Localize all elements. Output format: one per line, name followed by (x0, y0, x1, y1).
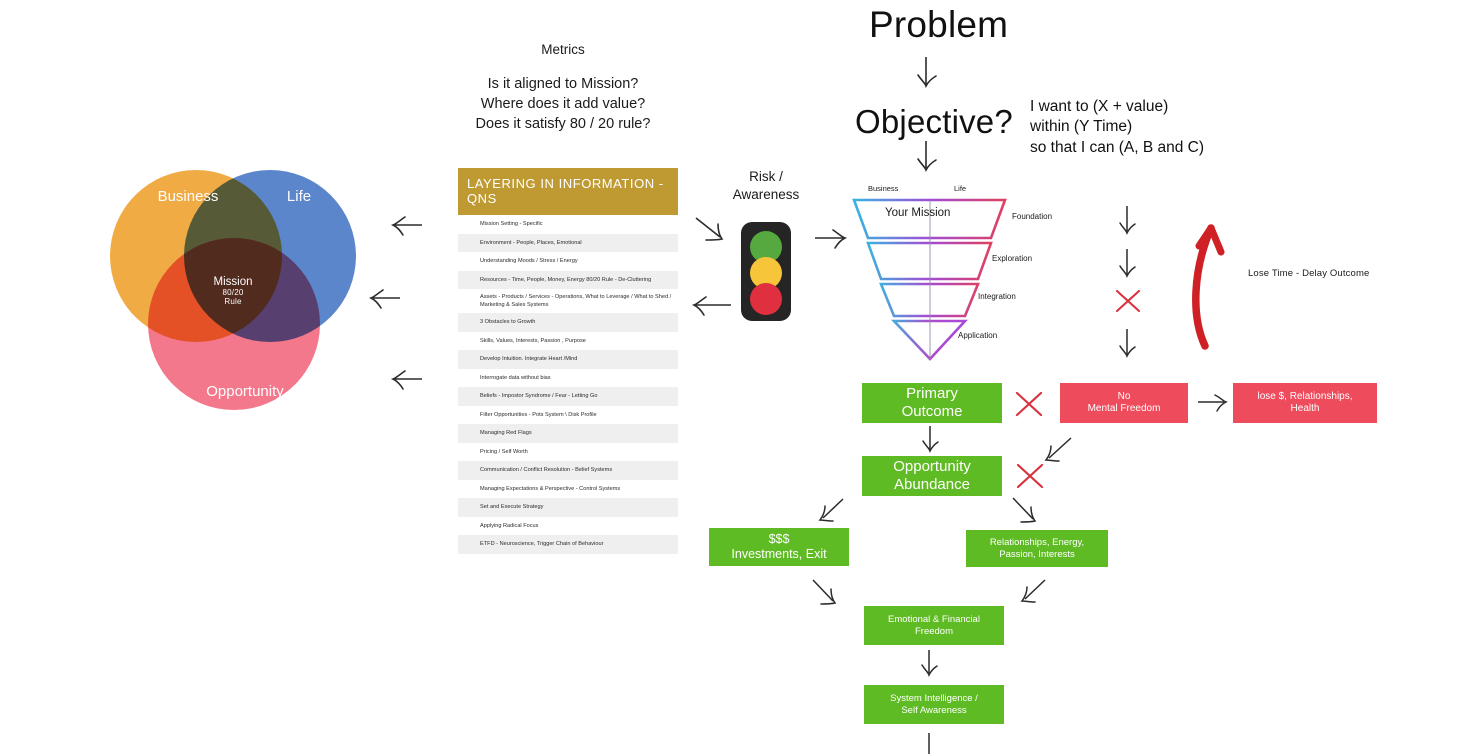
lose-time-note: Lose Time - Delay Outcome (1248, 268, 1370, 279)
relationships-line-1: Relationships, Energy, (989, 536, 1085, 548)
funnel-top-label-life: Life (954, 184, 967, 193)
metrics-title: Metrics (541, 42, 585, 57)
mission-funnel: Business Life Your Mission Foundation Ex… (848, 184, 1052, 361)
metrics-question-1: Is it aligned to Mission? (487, 76, 639, 92)
layering-table-row: Resources - Time, People, Money, Energy … (458, 270, 678, 289)
risk-label-line-1: Risk / (749, 169, 783, 184)
money-line-1: $$$ (768, 531, 790, 546)
venn-label-mission: Mission 80/20 Rule (102, 276, 364, 307)
venn-label-opportunity: Opportunity (206, 383, 284, 400)
money-line-2: Investments, Exit (731, 547, 827, 561)
layering-table-row: Filter Opportunities - Pots System \ Dis… (458, 405, 678, 425)
arrow-to-venn-1 (390, 216, 422, 236)
arrow-opportunity-to-relationships (1012, 497, 1037, 523)
layering-table-row: Interrogate data without bias (458, 368, 678, 388)
funnel-top-label-business: Business (868, 184, 899, 193)
funnel-stage-application: Application (958, 331, 998, 340)
layering-table-row: Understanding Moods / Stress / Energy (458, 252, 678, 271)
box-lose-money-relationships-health[interactable]: lose $, Relationships, Health (1233, 383, 1377, 423)
primary-outcome-line-1: Primary (906, 384, 958, 402)
system-line-1: System Intelligence / (890, 692, 978, 704)
layering-table-row: Communication / Conflict Resolution - Be… (458, 461, 678, 480)
box-money-investments-exit[interactable]: $$$ Investments, Exit (709, 528, 849, 566)
layering-table-row: 3 Obstacles to Growth (458, 313, 678, 332)
layering-table-row: Assets - Products / Services - Operation… (458, 289, 678, 314)
arrow-system-continues-below (928, 733, 930, 754)
arrow-relationships-to-emotional (1020, 579, 1046, 603)
risk-awareness-label: Risk / Awareness (706, 168, 826, 204)
box-system-intelligence-self-awareness[interactable]: System Intelligence / Self Awareness (864, 685, 1004, 724)
objective-detail-line-2: within (Y Time) (1030, 118, 1133, 136)
arrow-money-to-emotional (812, 579, 837, 605)
layering-table-row: Set and Execute Strategy (458, 498, 678, 517)
arrow-into-traffic-light (695, 217, 724, 241)
funnel-center-label: Your Mission (885, 207, 951, 219)
metrics-question-3: Does it satisfy 80 / 20 rule? (475, 115, 651, 132)
page-title-problem: Problem (869, 4, 1009, 45)
arrow-problem-to-objective (917, 57, 937, 89)
layering-table-row: Managing Red Flags (458, 424, 678, 443)
x-mark-primary-outcome (1015, 391, 1043, 417)
layering-table-row: Applying Radical Focus (458, 516, 678, 536)
arrow-to-venn-3 (390, 370, 422, 390)
lose-line-1: lose $, Relationships, (1257, 390, 1353, 402)
arrow-primary-to-opportunity (922, 426, 939, 453)
emotional-line-1: Emotional & Financial (888, 613, 980, 625)
layering-table-row: Environment - People, Places, Emotional (458, 233, 678, 252)
box-emotional-financial-freedom[interactable]: Emotional & Financial Freedom (864, 606, 1004, 645)
layering-table-body: Mission Setting - Specific Environment - … (458, 215, 678, 554)
system-line-2: Self Awareness (901, 704, 967, 716)
layering-table-row: ETFD - Neuroscience, Trigger Chain of Be… (458, 535, 678, 554)
venn-mission-sub-2: Rule (224, 296, 242, 306)
arrow-right-col-2 (1119, 249, 1136, 278)
funnel-stage-foundation: Foundation (1012, 212, 1053, 221)
arrow-no-mental-freedom-to-lose (1198, 394, 1228, 412)
arrow-diag-into-opportunity-right (1044, 437, 1072, 462)
lose-line-2: Health (1290, 403, 1320, 414)
relationships-line-2: Passion, Interests (999, 548, 1075, 560)
venn-diagram: Business Life Opportunity Mission 80/20 … (110, 162, 372, 434)
arrow-right-col-1 (1119, 206, 1136, 235)
objective-detail-line-3: so that I can (A, B and C) (1030, 138, 1205, 156)
no-mental-freedom-line-2: Mental Freedom (1087, 403, 1161, 414)
metrics-question-2: Where does it add value? (480, 95, 646, 112)
no-mental-freedom-line-1: No (1117, 390, 1131, 402)
box-no-mental-freedom[interactable]: No Mental Freedom (1060, 383, 1188, 423)
arrow-emotional-to-system (921, 650, 938, 677)
traffic-light-red (750, 283, 782, 315)
funnel-stage-exploration: Exploration (992, 254, 1033, 263)
page-title-objective: Objective? (855, 103, 1013, 140)
layering-table-row: Beliefs - Impostor Syndrome / Fear - Let… (458, 387, 678, 406)
objective-detail-line-1: I want to (X + value) (1030, 98, 1169, 115)
layering-table-row: Skills, Values, Interests, Passion , Pur… (458, 331, 678, 351)
venn-label-life: Life (286, 188, 312, 205)
layering-table-row: Managing Expectations & Perspective - Co… (458, 479, 678, 499)
opportunity-abundance-line-2: Abundance (894, 476, 970, 493)
layering-table-header: LAYERING IN INFORMATION - QNS (458, 168, 678, 215)
layering-table: LAYERING IN INFORMATION - QNS Mission Se… (458, 168, 678, 554)
arrow-to-venn-2 (368, 289, 400, 309)
x-mark-opportunity-abundance (1016, 463, 1044, 489)
layering-table-row: Develop Intuition. Integrate Heart /Mind (458, 350, 678, 369)
risk-label-line-2: Awareness (732, 186, 800, 202)
arrow-from-traffic-light-left (691, 296, 731, 316)
venn-mission-title: Mission (213, 276, 253, 288)
traffic-light (741, 222, 791, 321)
box-relationships-energy[interactable]: Relationships, Energy, Passion, Interest… (966, 530, 1108, 567)
emotional-line-2: Freedom (914, 625, 953, 637)
arrow-right-col-3 (1119, 329, 1136, 358)
metrics-block: Metrics Is it aligned to Mission? Where … (443, 42, 683, 135)
funnel-stage-integration: Integration (978, 292, 1016, 301)
opportunity-abundance-line-1: Opportunity (893, 457, 971, 475)
box-opportunity-abundance[interactable]: Opportunity Abundance (862, 456, 1002, 496)
layering-table-row: Mission Setting - Specific (458, 215, 678, 234)
arrow-objective-to-funnel (917, 141, 937, 173)
arrow-opportunity-to-money (818, 498, 844, 522)
objective-detail: I want to (X + value) within (Y Time) so… (1030, 97, 1204, 158)
box-primary-outcome[interactable]: Primary Outcome (862, 383, 1002, 423)
primary-outcome-line-2: Outcome (901, 403, 963, 420)
layering-table-row: Pricing / Self Worth (458, 442, 678, 462)
x-mark-right-col (1115, 289, 1141, 313)
